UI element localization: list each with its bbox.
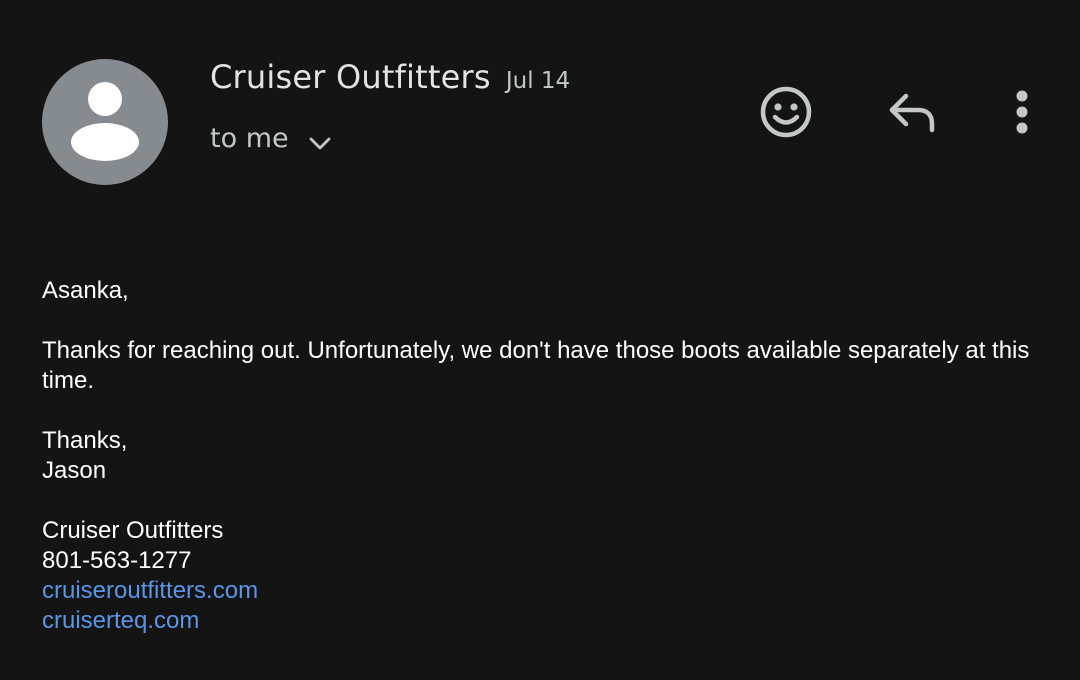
signoff-paragraph: Thanks, Jason [42, 426, 1052, 486]
sender-avatar[interactable] [42, 59, 168, 185]
person-icon [71, 82, 139, 161]
signature-link-website[interactable]: cruiseroutfitters.com [42, 576, 1052, 606]
greeting-paragraph: Asanka, [42, 276, 1052, 306]
greeting: Asanka, [42, 277, 129, 304]
chevron-down-icon [309, 137, 331, 150]
signature-block: Cruiser Outfitters 801-563-1277 cruisero… [42, 516, 1052, 636]
smiley-icon [760, 86, 812, 138]
reply-icon [889, 93, 935, 133]
signoff: Thanks, [42, 427, 128, 454]
sender-line: Cruiser Outfitters Jul 14 [210, 58, 570, 102]
more-options-button[interactable] [992, 82, 1052, 142]
signature-link-secondary[interactable]: cruiserteq.com [42, 606, 1052, 636]
recipient-label: to me [210, 122, 289, 154]
message-date: Jul 14 [505, 68, 571, 94]
signature-phone[interactable]: 801-563-1277 [42, 546, 1052, 576]
more-vert-icon [1016, 90, 1028, 134]
message-body: Asanka, Thanks for reaching out. Unfortu… [42, 276, 1052, 666]
body-paragraph: Thanks for reaching out. Unfortunately, … [42, 336, 1052, 396]
body-text: Thanks for reaching out. Unfortunately, … [42, 337, 1030, 394]
add-reaction-button[interactable] [756, 82, 816, 142]
message-header: Cruiser Outfitters Jul 14 to me [0, 0, 1080, 200]
sender-name[interactable]: Cruiser Outfitters [210, 58, 491, 96]
signer-name: Jason [42, 457, 107, 484]
recipient-details-toggle[interactable]: to me [210, 118, 331, 158]
reply-button[interactable] [882, 82, 942, 142]
signature-company: Cruiser Outfitters [42, 517, 224, 544]
